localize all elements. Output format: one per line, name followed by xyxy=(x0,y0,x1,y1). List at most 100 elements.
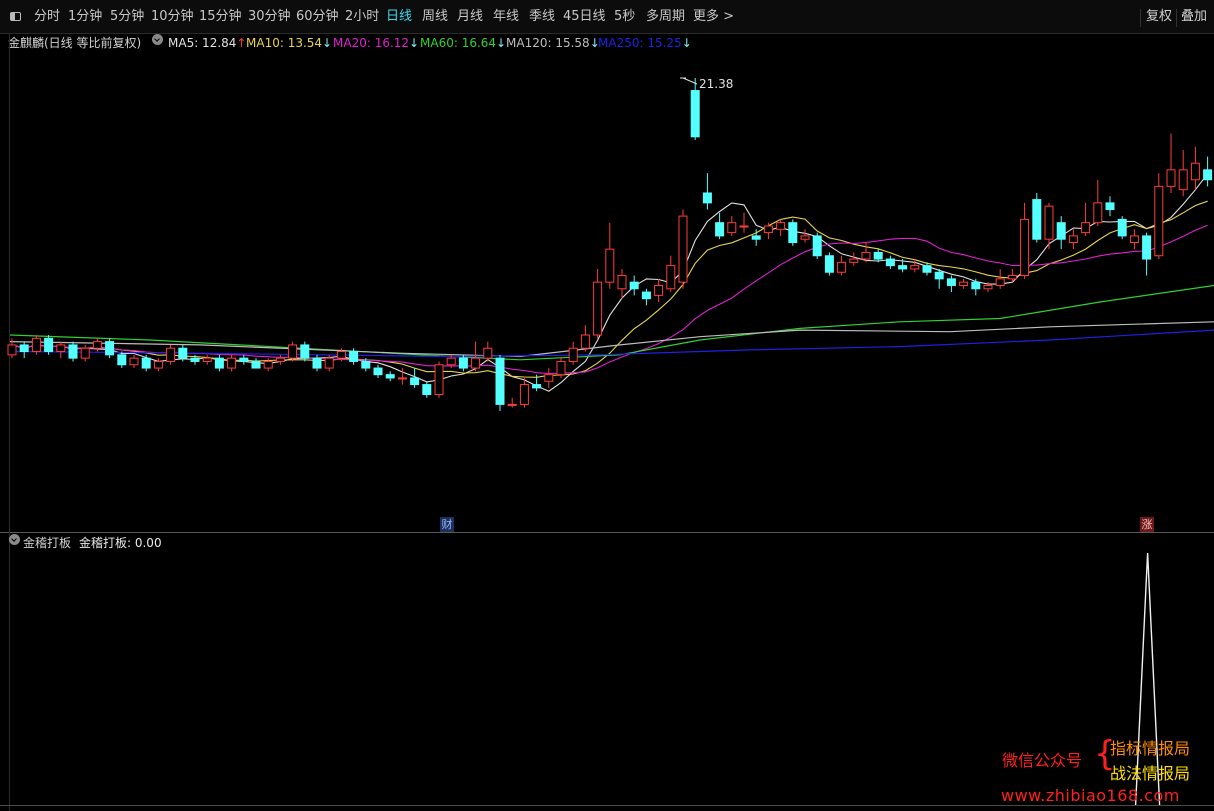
period-tab-2[interactable]: 5分钟 xyxy=(110,9,144,25)
candle-body xyxy=(666,265,676,290)
candle xyxy=(1068,229,1078,250)
candle xyxy=(568,341,578,365)
candle-body xyxy=(1166,169,1176,187)
candle-body xyxy=(873,251,883,260)
candle xyxy=(1007,268,1017,283)
candle xyxy=(507,397,517,408)
candle-body xyxy=(776,222,786,230)
candle-body xyxy=(1142,235,1152,260)
candle xyxy=(68,341,78,362)
candle-body xyxy=(251,360,261,369)
period-tab-9[interactable]: 周线 xyxy=(422,9,448,25)
period-tab-10[interactable]: 月线 xyxy=(457,9,483,25)
candle-body xyxy=(1007,275,1017,280)
period-tab-13[interactable]: 45日线 xyxy=(563,9,606,25)
candle-body xyxy=(788,222,798,244)
candle xyxy=(56,341,66,359)
candle-body xyxy=(300,344,310,359)
candle xyxy=(312,354,322,372)
candle-body xyxy=(1093,202,1103,224)
candle-body xyxy=(812,235,822,257)
candle xyxy=(1117,216,1127,240)
zhang-badge[interactable]: 涨 xyxy=(1140,517,1154,532)
period-tab-5[interactable]: 30分钟 xyxy=(248,9,291,25)
candle xyxy=(776,219,786,236)
period-tab-11[interactable]: 年线 xyxy=(493,9,519,25)
candle-body xyxy=(1032,199,1042,240)
sub-chart-info-bar: 金稽打板 金稽打板: 0.00 xyxy=(0,534,1214,552)
candle-body xyxy=(495,357,505,405)
candle xyxy=(934,268,944,289)
candle xyxy=(300,341,310,362)
candle xyxy=(654,278,664,302)
candle-body xyxy=(751,235,761,240)
candle xyxy=(105,338,115,359)
period-tab-3[interactable]: 10分钟 xyxy=(151,9,194,25)
candle-body xyxy=(397,377,407,380)
panel-toggle-icon[interactable] xyxy=(10,12,21,21)
candle-body xyxy=(80,347,90,359)
candle-body xyxy=(68,344,78,359)
candle-body xyxy=(105,341,115,356)
watermark-wechat: 微信公众号 xyxy=(1002,751,1083,770)
candle-body xyxy=(361,360,371,369)
overlay-button[interactable]: 叠加 xyxy=(1181,9,1207,25)
candle xyxy=(715,212,725,240)
candle-body xyxy=(580,334,590,349)
candle xyxy=(483,341,493,362)
candle xyxy=(1166,133,1176,193)
period-tab-15[interactable]: 多周期 xyxy=(646,9,685,25)
period-tab-12[interactable]: 季线 xyxy=(529,9,555,25)
sub-settings-icon[interactable] xyxy=(9,534,20,545)
candle xyxy=(861,242,871,263)
toolbar-divider xyxy=(1176,9,1177,27)
candle xyxy=(995,268,1005,289)
candle-body xyxy=(1178,169,1188,191)
candle-body xyxy=(824,255,834,273)
candle xyxy=(849,252,859,266)
candle-body xyxy=(227,357,237,369)
candle-body xyxy=(92,341,102,349)
period-tab-14[interactable]: 5秒 xyxy=(614,9,635,25)
candle-body xyxy=(739,225,749,228)
candle xyxy=(1129,229,1139,250)
sub-indicator-title[interactable]: 金稽打板 xyxy=(23,534,71,552)
kline-chart[interactable]: 21.38 xyxy=(0,34,1214,811)
candle xyxy=(141,354,151,372)
candle-body xyxy=(336,351,346,359)
candle xyxy=(1178,150,1188,197)
candle xyxy=(800,229,810,243)
candle xyxy=(727,216,737,236)
candle-body xyxy=(1044,205,1054,240)
candle-body xyxy=(544,374,554,382)
fuquan-button[interactable]: 复权 xyxy=(1146,9,1172,25)
candle xyxy=(1203,156,1213,187)
period-tab-7[interactable]: 2小时 xyxy=(345,9,379,25)
candle-body xyxy=(910,265,920,270)
candle-body xyxy=(1117,218,1127,237)
period-tab-1[interactable]: 1分钟 xyxy=(68,9,102,25)
candle-body xyxy=(422,384,432,395)
watermark-line2: 战法情报局 xyxy=(1110,764,1191,783)
candle-body xyxy=(617,275,627,290)
candle-body xyxy=(1020,218,1030,277)
period-tab-0[interactable]: 分时 xyxy=(34,9,60,25)
period-tab-8[interactable]: 日线 xyxy=(386,9,412,25)
period-tab-16[interactable]: 更多 > xyxy=(693,9,734,25)
period-tab-6[interactable]: 60分钟 xyxy=(296,9,339,25)
candle-body xyxy=(190,357,200,362)
candle xyxy=(202,354,212,365)
candle xyxy=(275,354,285,365)
candle xyxy=(19,341,29,359)
cai-badge[interactable]: 财 xyxy=(440,517,454,532)
candle-body xyxy=(56,344,66,353)
candle xyxy=(837,255,847,276)
candle-body xyxy=(483,347,493,359)
candle-body xyxy=(471,357,481,369)
toolbar-divider xyxy=(1140,9,1141,27)
candle-body xyxy=(1129,235,1139,244)
candle-body xyxy=(654,284,664,296)
period-tab-4[interactable]: 15分钟 xyxy=(199,9,242,25)
candle xyxy=(434,361,444,398)
candle xyxy=(946,275,956,293)
